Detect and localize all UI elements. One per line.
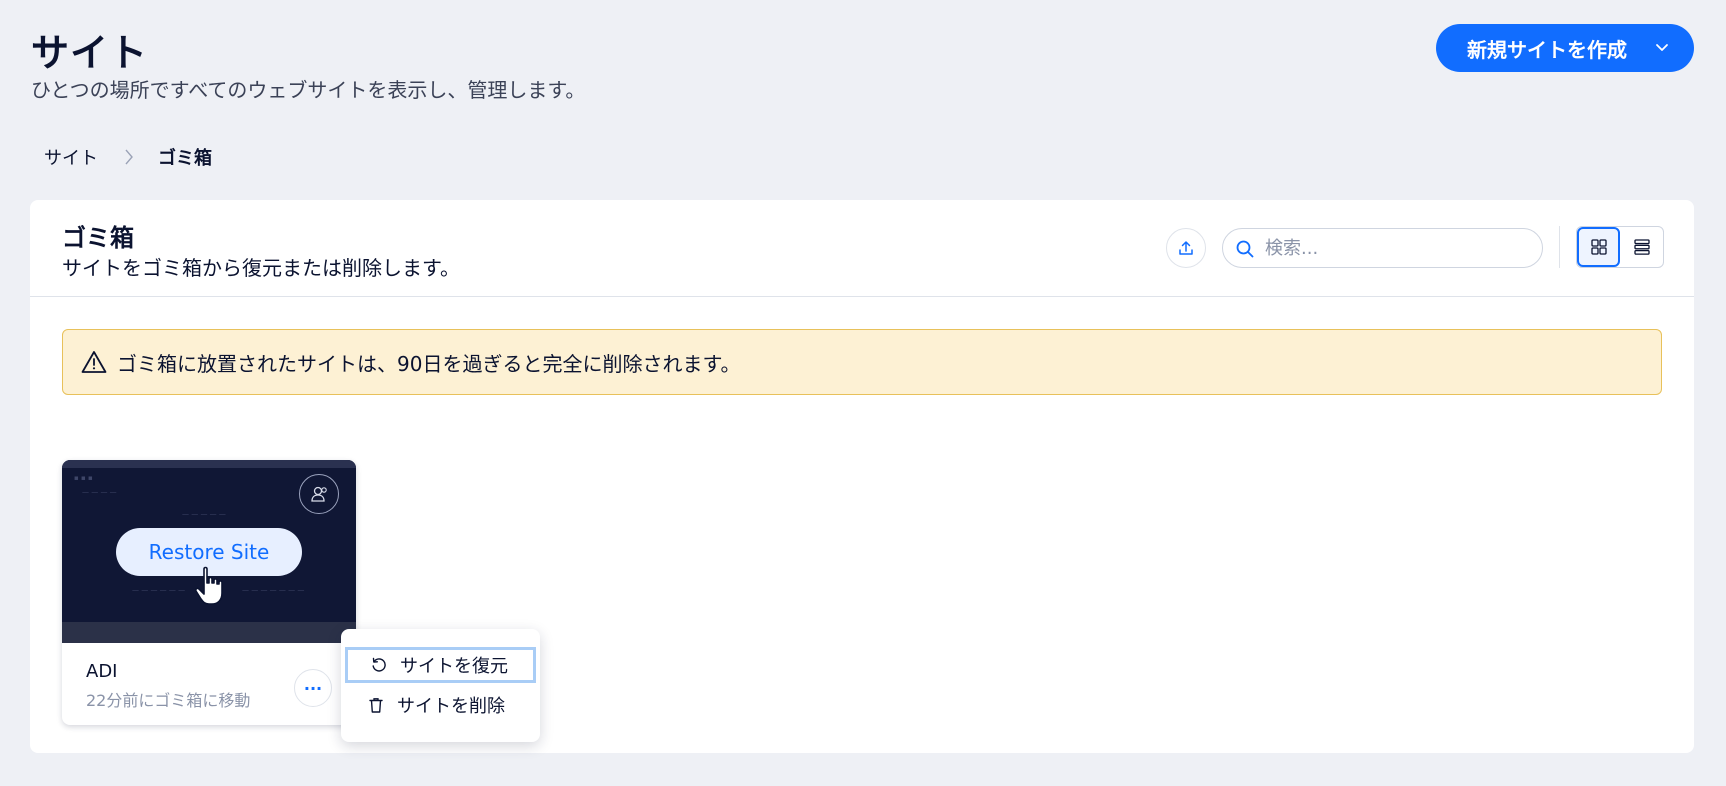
thumbnail-nav-placeholder: — — — — [82, 488, 117, 496]
thumbnail-text-placeholder-2: — — — — — — — [242, 586, 305, 594]
list-icon [1633, 239, 1650, 255]
toolbar-divider [1559, 226, 1560, 268]
site-card[interactable]: ▪ ▪ ▪ — — — — — — — — — — — — — — — — — … [62, 460, 356, 725]
grid-icon [1590, 239, 1607, 255]
restore-icon [372, 657, 386, 672]
user-share-icon [311, 486, 327, 502]
menu-item-restore-site[interactable]: サイトを復元 [345, 647, 536, 683]
list-view-button[interactable] [1620, 227, 1663, 267]
site-trashed-time: 22分前にゴミ箱に移動 [86, 691, 251, 710]
search-input[interactable] [1265, 237, 1525, 259]
more-actions-button[interactable]: ··· [294, 669, 332, 707]
thumbnail-logo-placeholder: ▪ ▪ ▪ [74, 474, 93, 482]
search-icon [1236, 240, 1254, 258]
create-site-button[interactable]: 新規サイトを作成 [1436, 24, 1694, 72]
warning-icon [81, 351, 107, 373]
chevron-down-icon [1656, 44, 1668, 51]
menu-item-delete-site[interactable]: サイトを削除 [345, 687, 536, 723]
hand-cursor-icon [194, 566, 223, 605]
chevron-right-icon [125, 149, 133, 165]
panel-title: ゴミ箱 [62, 224, 134, 252]
site-name: ADI [86, 661, 118, 682]
trash-warning-banner: ゴミ箱に放置されたサイトは、90日を過ぎると完全に削除されます。 [62, 329, 1662, 395]
trash-icon [369, 698, 383, 713]
thumbnail-topbar [62, 460, 356, 468]
site-thumbnail: ▪ ▪ ▪ — — — — — — — — — — — — — — — — — … [62, 460, 356, 643]
site-actions-menu: サイトを復元 サイトを削除 [341, 629, 540, 742]
panel-subtitle: サイトをゴミ箱から復元または削除します。 [62, 256, 460, 280]
upload-icon [1179, 241, 1193, 255]
page-title: サイト [31, 31, 149, 75]
panel-header: ゴミ箱 サイトをゴミ箱から復元または削除します。 [30, 200, 1694, 297]
site-owner-button[interactable] [299, 474, 339, 514]
grid-view-button[interactable] [1577, 227, 1621, 267]
export-button[interactable] [1166, 228, 1206, 268]
thumbnail-image-strip [62, 622, 356, 643]
page-subtitle: ひとつの場所ですべてのウェブサイトを表示し、管理します。 [31, 78, 586, 102]
menu-item-label: サイトを削除 [397, 696, 505, 717]
search-field[interactable] [1222, 228, 1543, 268]
breadcrumb: サイト ゴミ箱 [44, 144, 212, 170]
view-toggle [1576, 226, 1664, 268]
trash-panel: ゴミ箱 サイトをゴミ箱から復元または削除します。 検索... ゴミ箱に放置された… [30, 200, 1694, 753]
menu-item-label: サイトを復元 [400, 656, 508, 677]
warning-text: ゴミ箱に放置されたサイトは、90日を過ぎると完全に削除されます。 [117, 351, 741, 376]
thumbnail-text-placeholder-1: — — — — — — [132, 586, 186, 594]
create-site-label: 新規サイトを作成 [1467, 37, 1627, 62]
breadcrumb-sites-link[interactable]: サイト [44, 144, 98, 170]
breadcrumb-current: ゴミ箱 [158, 148, 212, 169]
thumbnail-heading-placeholder: — — — — — [182, 510, 226, 518]
